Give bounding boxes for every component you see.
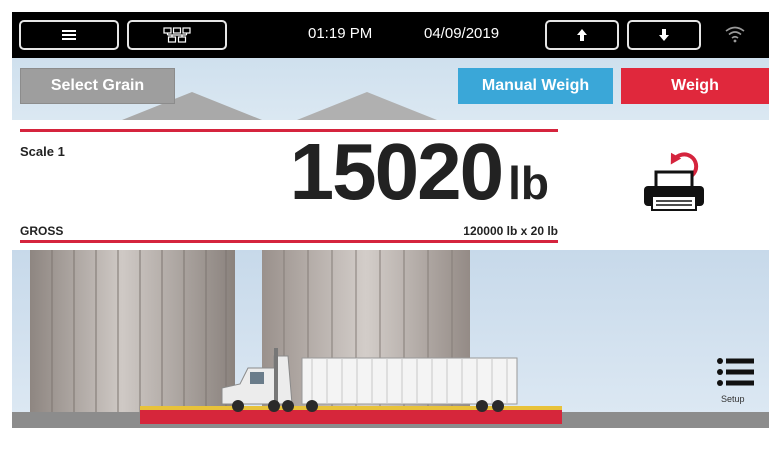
manual-weigh-button[interactable]: Manual Weigh bbox=[458, 68, 613, 104]
scroll-down-button[interactable] bbox=[627, 20, 701, 50]
print-button[interactable] bbox=[634, 150, 714, 220]
setup-label: Setup bbox=[721, 394, 745, 404]
setup-button[interactable] bbox=[716, 357, 756, 389]
network-button[interactable] bbox=[127, 20, 227, 50]
clock-date: 04/09/2019 bbox=[424, 25, 500, 42]
printer-icon bbox=[644, 152, 704, 211]
weight-value: 15020 bbox=[289, 127, 504, 216]
network-tree-icon bbox=[163, 27, 191, 43]
divider-bottom bbox=[20, 240, 558, 243]
trailer bbox=[301, 357, 518, 405]
list-menu-icon bbox=[717, 358, 754, 386]
scale-capacity: 120000 lb x 20 lb bbox=[463, 224, 558, 238]
hamburger-icon bbox=[62, 30, 76, 40]
arrow-down-icon bbox=[659, 29, 669, 41]
header-band: Select Grain Manual Weigh Weigh bbox=[12, 58, 769, 120]
top-status-bar: 01:19 PM 04/09/2019 bbox=[12, 12, 769, 58]
clock-time: 01:19 PM bbox=[308, 25, 373, 42]
scene-illustration bbox=[12, 250, 769, 470]
weight-readout-panel: Scale 1 15020 lb GROSS 120000 lb x 20 lb bbox=[12, 120, 769, 250]
wifi-icon bbox=[725, 26, 745, 43]
silo-truck-scene bbox=[12, 250, 769, 470]
scroll-up-button[interactable] bbox=[545, 20, 619, 50]
weight-unit: lb bbox=[508, 157, 549, 209]
weigh-mode: GROSS bbox=[20, 224, 64, 238]
scale-name: Scale 1 bbox=[20, 144, 65, 159]
weigh-screen: 01:19 PM 04/09/2019 Select Grain Manual … bbox=[12, 12, 769, 470]
wifi-status bbox=[724, 25, 746, 48]
menu-button[interactable] bbox=[19, 20, 119, 50]
select-grain-button[interactable]: Select Grain bbox=[20, 68, 175, 104]
weight-display: 15020 lb bbox=[290, 132, 549, 212]
silo-left bbox=[30, 250, 235, 415]
arrow-up-icon bbox=[577, 29, 587, 41]
silo-roof-right bbox=[297, 92, 437, 120]
weigh-button[interactable]: Weigh bbox=[621, 68, 769, 104]
